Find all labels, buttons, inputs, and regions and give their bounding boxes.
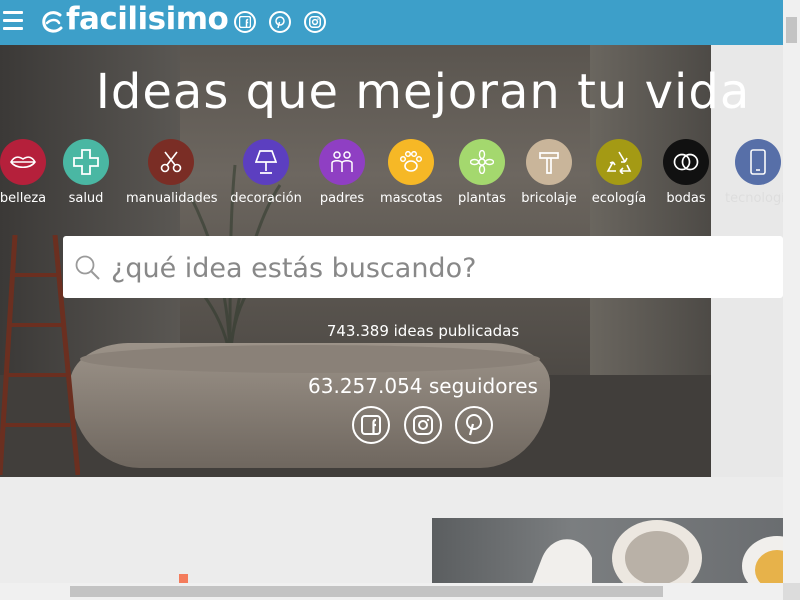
article-card-image[interactable] [432,518,783,584]
flower-icon [459,139,505,185]
horizontal-scrollbar[interactable] [0,583,783,600]
facebook-icon[interactable] [234,11,256,33]
lips-icon [0,139,46,185]
category-bricolaje[interactable]: bricolaje [519,139,579,206]
phone-icon [735,139,781,185]
category-tecnologia[interactable]: tecnología [725,139,791,206]
category-bodas[interactable]: bodas [661,139,711,206]
category-belleza[interactable]: belleza [0,139,48,206]
logo-icon[interactable] [38,6,68,38]
instagram-icon[interactable] [404,406,442,444]
scissors-icon [148,139,194,185]
menu-icon[interactable] [3,11,23,33]
lamp-icon [243,139,289,185]
category-salud[interactable]: salud [56,139,116,206]
rings-icon [663,139,709,185]
top-navigation-bar: facilisimo [0,0,783,45]
category-ecologia[interactable]: ecología [588,139,650,206]
ideas-count: 743.389 ideas publicadas [326,322,520,340]
vertical-scrollbar[interactable] [783,0,800,600]
family-icon [319,139,365,185]
pinterest-icon[interactable] [455,406,493,444]
vertical-scrollbar-thumb[interactable] [786,17,797,43]
search-icon[interactable] [75,255,101,281]
paw-icon [388,139,434,185]
category-manualidades[interactable]: manualidades [126,139,218,206]
instagram-icon[interactable] [304,11,326,33]
category-mascotas[interactable]: mascotas [380,139,442,206]
cross-icon [63,139,109,185]
brand-name[interactable]: facilisimo [66,1,229,37]
pinterest-icon[interactable] [269,11,291,33]
horizontal-scrollbar-thumb[interactable] [70,586,663,597]
category-plantas[interactable]: plantas [455,139,509,206]
accent-dot [179,574,188,583]
followers-count: 63.257.054 seguidores [308,374,538,398]
search-input[interactable] [109,246,773,290]
recycle-icon [596,139,642,185]
category-padres[interactable]: padres [317,139,367,206]
search-box[interactable] [63,236,783,298]
hammer-icon [526,139,572,185]
category-decoracion[interactable]: decoración [230,139,302,206]
facebook-icon[interactable] [352,406,390,444]
hero-title: Ideas que mejoran tu vida [95,64,751,120]
